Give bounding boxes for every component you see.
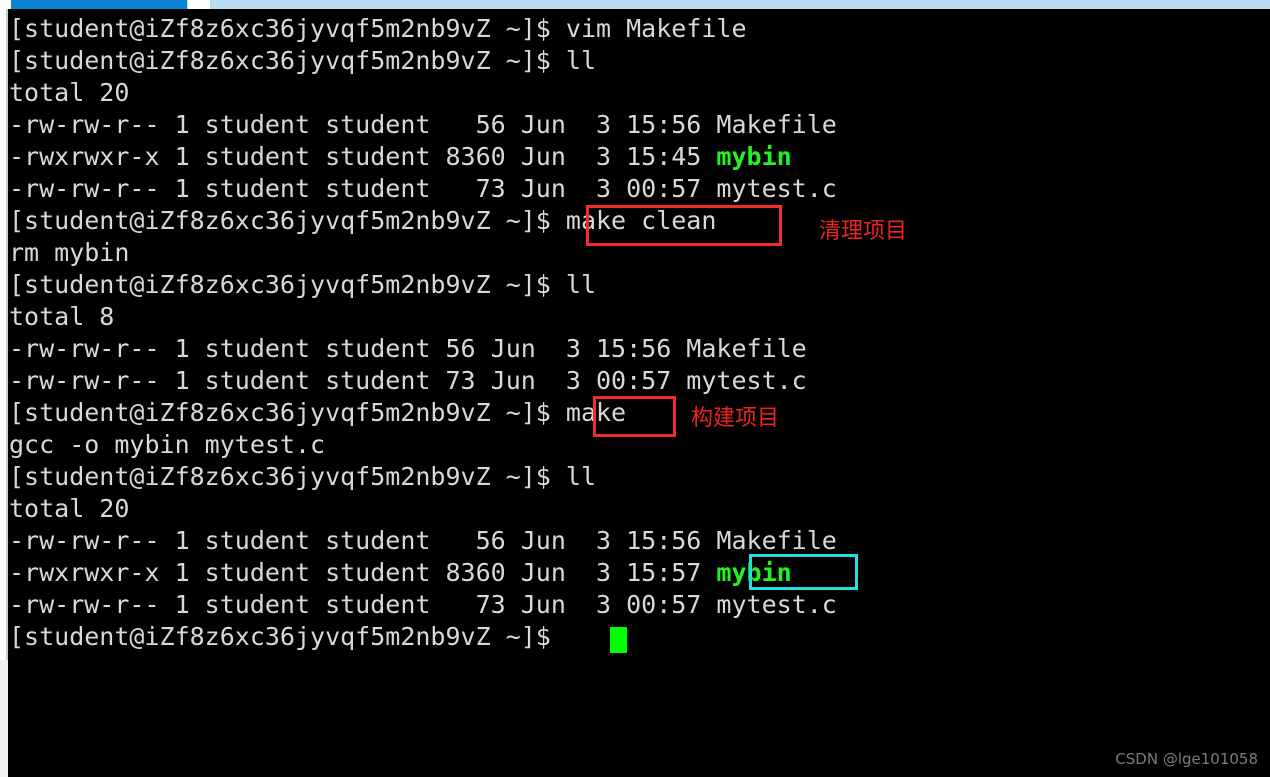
terminal-line-prompt-ll-2: [student@iZf8z6xc36jyvqf5m2nb9vZ ~]$ ll	[9, 270, 596, 299]
terminal-line-makefile-c: -rw-rw-r-- 1 student student 56 Jun 3 15…	[9, 526, 837, 555]
annotation-build-project: 构建项目	[691, 406, 780, 431]
terminal-line-prompt-ll-1: [student@iZf8z6xc36jyvqf5m2nb9vZ ~]$ ll	[9, 46, 596, 75]
vertical-scrollbar[interactable]	[0, 9, 8, 777]
terminal-line-vim-makefile: [student@iZf8z6xc36jyvqf5m2nb9vZ ~]$ vim…	[9, 14, 747, 43]
terminal-cursor	[610, 627, 627, 653]
annotation-clean-project: 清理项目	[819, 219, 908, 244]
terminal-line-mytest-b: -rw-rw-r-- 1 student student 73 Jun 3 00…	[9, 366, 807, 395]
terminal-line-gcc: gcc -o mybin mytest.c	[9, 430, 326, 459]
scrollbar-thumb[interactable]	[188, 0, 210, 9]
terminal-line-mybin-b: -rwxrwxr-x 1 student student 8360 Jun 3 …	[9, 557, 792, 589]
terminal-line-prompt-final: [student@iZf8z6xc36jyvqf5m2nb9vZ ~]$	[9, 622, 566, 651]
horizontal-scrollbar[interactable]	[0, 0, 1270, 9]
terminal-line-make-clean: [student@iZf8z6xc36jyvqf5m2nb9vZ ~]$ mak…	[9, 206, 717, 235]
terminal-window: [student@iZf8z6xc36jyvqf5m2nb9vZ ~]$ vim…	[0, 0, 1270, 777]
terminal-line-make: [student@iZf8z6xc36jyvqf5m2nb9vZ ~]$ mak…	[9, 398, 627, 427]
file-name-mybin: mybin	[716, 142, 792, 171]
terminal-line-makefile-b: -rw-rw-r-- 1 student student 56 Jun 3 15…	[9, 334, 807, 363]
terminal-line-total-20-a: total 20	[9, 78, 130, 107]
file-name-mybin: mybin	[716, 558, 792, 587]
vertical-scrollbar-divider	[6, 9, 8, 660]
terminal-line-mybin-a: -rwxrwxr-x 1 student student 8360 Jun 3 …	[9, 141, 792, 173]
terminal-line-total-20-b: total 20	[9, 494, 130, 523]
terminal-line-mytest-c: -rw-rw-r-- 1 student student 73 Jun 3 00…	[9, 590, 837, 619]
terminal-line-prompt-ll-3: [student@iZf8z6xc36jyvqf5m2nb9vZ ~]$ ll	[9, 462, 596, 491]
terminal-line-makefile-a: -rw-rw-r-- 1 student student 56 Jun 3 15…	[9, 110, 837, 139]
scrollbar-left-cap	[0, 0, 11, 9]
terminal-line-total-8: total 8	[9, 302, 115, 331]
file-meta: -rwxrwxr-x 1 student student 8360 Jun 3 …	[9, 558, 717, 587]
watermark: CSDN @lge101058	[1115, 750, 1258, 768]
terminal-output[interactable]: [student@iZf8z6xc36jyvqf5m2nb9vZ ~]$ vim…	[9, 9, 1270, 777]
scrollbar-filled-track[interactable]	[11, 0, 187, 9]
terminal-line-mytest-a: -rw-rw-r-- 1 student student 73 Jun 3 00…	[9, 174, 837, 203]
terminal-line-rm-mybin: rm mybin	[9, 238, 130, 267]
file-meta: -rwxrwxr-x 1 student student 8360 Jun 3 …	[9, 142, 717, 171]
